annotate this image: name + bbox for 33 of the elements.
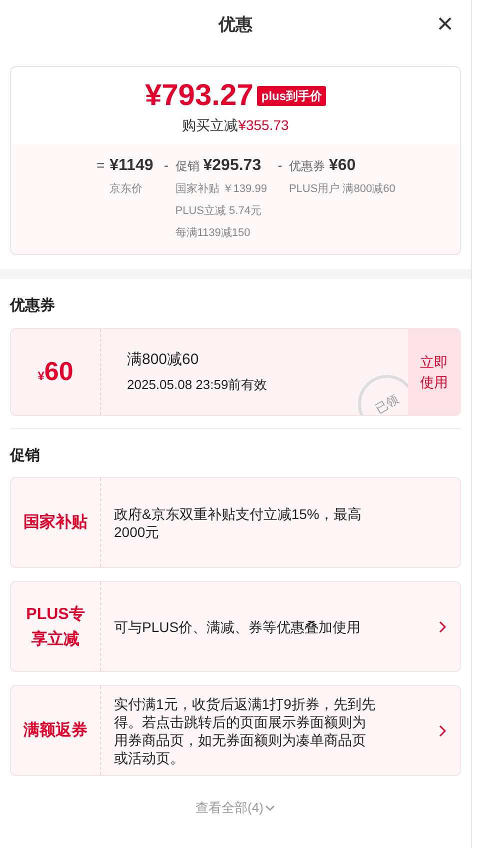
promotion-tag: 满额返券 [24,718,88,743]
breakdown-amount: ¥295.73 [203,156,262,176]
coupon-amount: ¥60 [38,355,74,388]
operator-sign: = [96,156,106,175]
promotion-tag: 国家补贴 [24,510,88,535]
promotion-text: 可与PLUS价、满减、券等优惠叠加使用 [114,618,362,636]
breakdown-note: PLUS用户 满800减60 [288,182,396,197]
coupon-condition: 满800减60 [127,350,200,370]
promotion-text: 政府&京东双重补贴支付立减15%，最高2000元 [114,504,362,540]
close-button[interactable]: × [431,10,459,38]
section-title: 促销 [10,446,41,466]
breakdown-note: 国家补贴 ￥139.99 [174,182,267,197]
chevron-down-icon [265,804,276,811]
operator-sign: - [162,156,170,175]
breakdown-label: 优惠券 [288,158,325,175]
breakdown-note: 每满1139减150 [174,226,252,241]
use-coupon-button[interactable]: 立即使用 [408,328,460,414]
promotion-card[interactable]: 满额返券 实付满1元，收货后返满1打9折券，先到先得。若点击跳转后的页面展示券面额则为用券商品页，如无券面额则为凑单商品页或活动页。 [10,685,461,776]
breakdown-amount: ¥60 [328,156,356,176]
breakdown-note: 京东价 [108,182,144,197]
sheet-title: 优惠 [218,14,252,36]
price-badge: plus到手价 [257,86,326,106]
breakdown-amount: ¥1149 [110,156,154,176]
coupon-validity: 2025.05.08 23:59前有效 [127,376,268,394]
operator-sign: - [276,156,284,175]
saving-text: 购买立减¥355.73 [182,116,289,135]
promotion-tag: PLUS专享立减 [19,602,92,652]
breakdown-note: PLUS立减 5.74元 [174,204,262,219]
section-title: 优惠券 [10,296,56,316]
promotion-text: 实付满1元，收货后返满1打9折券，先到先得。若点击跳转后的页面展示券面额则为用券商品页，如无券面额则为凑单商品页或活动页。 [114,694,376,766]
promotion-card[interactable]: PLUS专享立减 可与PLUS价、满减、券等优惠叠加使用 [10,581,461,672]
final-price: ¥793.27 [144,79,254,113]
breakdown-label: 促销 [175,158,200,175]
